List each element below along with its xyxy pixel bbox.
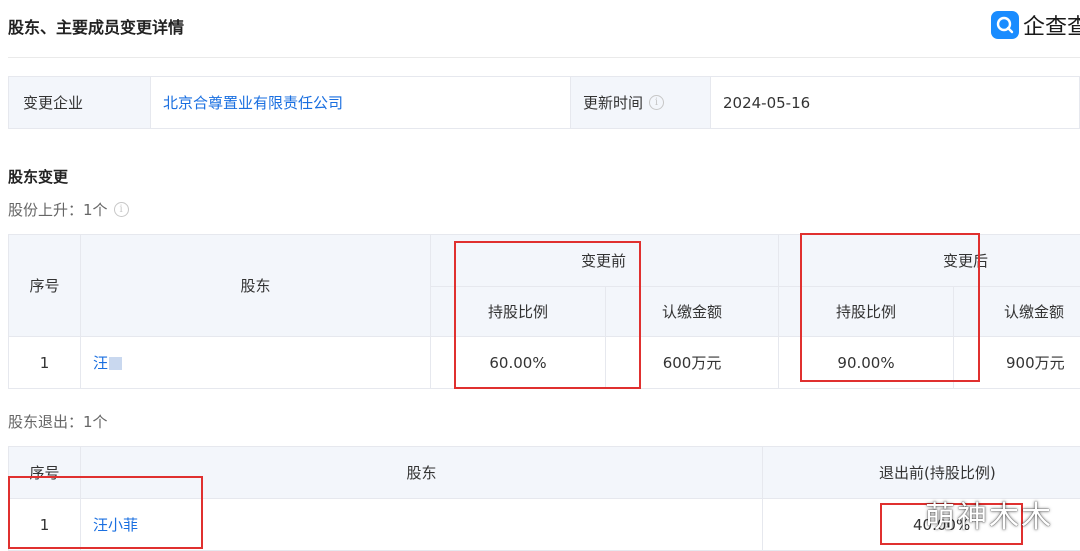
update-date: 2024-05-16 [723,93,811,112]
section-title-shareholder-change: 股东变更 [8,168,69,186]
page-title: 股东、主要成员变更详情 [8,18,185,37]
col-header-holder: 股东 [80,234,431,337]
update-time-label-cell: 更新时间 i [570,77,711,128]
redacted-name-mark [109,357,123,370]
exit-label: 股东退出：1个 [8,413,108,431]
highlight-box-after [800,233,980,382]
highlight-box-exit-holder [8,476,203,549]
info-icon[interactable]: i [113,202,129,217]
info-icon[interactable]: i [649,95,665,110]
col-header-before-exit: 退出前(持股比例) [762,446,1080,499]
col-header-index: 序号 [8,234,81,337]
increase-label: 股份上升：1个 [8,201,108,219]
logo-text: 企查查 [1023,15,1080,40]
shareholder-link[interactable]: 汪 [93,354,108,372]
watermark: 萌神木木 [925,500,1053,535]
highlight-box-before [454,241,641,389]
row-holder-cell: 汪 [80,336,431,389]
company-name-link[interactable]: 北京合尊置业有限责任公司 [163,92,343,113]
qcc-logo-icon [991,11,1019,39]
company-label: 变更企业 [9,77,151,128]
brand-logo: 企查查 [991,10,1080,40]
change-info-row: 变更企业 北京合尊置业有限责任公司 更新时间 i 2024-05-16 [8,76,1080,129]
row-index: 1 [8,336,81,389]
update-time-label: 更新时间 [583,94,644,112]
divider [8,57,1080,58]
increase-label-row: 股份上升：1个 i [8,199,129,220]
company-name-cell: 北京合尊置业有限责任公司 [151,77,569,128]
